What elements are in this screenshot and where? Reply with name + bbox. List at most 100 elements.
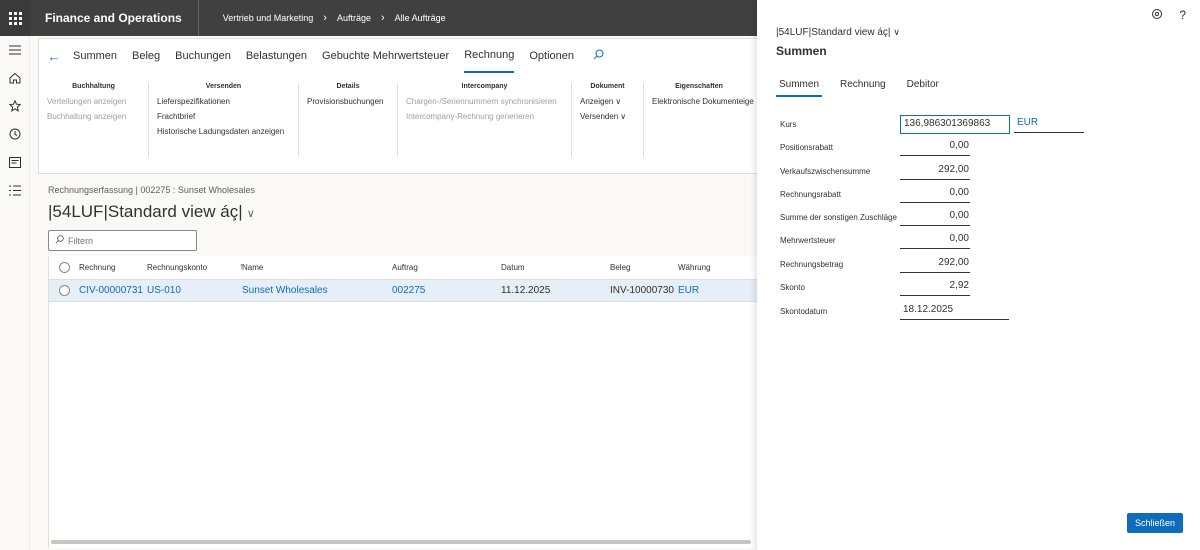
row-select-radio[interactable] (49, 285, 79, 296)
chevron-down-icon: ∨ (615, 97, 622, 106)
field-label: Skonto (780, 282, 805, 292)
list-icon[interactable] (0, 176, 30, 204)
summen-panel: ? |54LUF|Standard view áç| ∨ Summen Summ… (757, 0, 1200, 550)
waffle-icon (8, 11, 22, 25)
currency-field[interactable]: EUR (1014, 115, 1084, 133)
group-title: Details (336, 83, 360, 90)
star-icon[interactable] (0, 92, 30, 120)
breadcrumb-item[interactable]: Aufträge (337, 13, 371, 23)
action-pane-tabs: ← Summen Beleg Buchungen Belastungen Geb… (39, 39, 758, 73)
positionsrabatt-value: 0,00 (900, 138, 970, 156)
group-title: Dokument (590, 83, 625, 90)
kurs-input[interactable]: 136,986301369863 (900, 114, 1010, 134)
help-icon[interactable]: ? (1179, 8, 1186, 23)
workspace-icon[interactable] (0, 148, 30, 176)
group-intercompany: Intercompany Chargen-/Seriennummern sync… (398, 83, 572, 157)
group-title: Eigenschaften (675, 83, 723, 90)
group-eigenschaften: Eigenschaften Elektronische Dokumenteige (644, 83, 754, 157)
tab-beleg[interactable]: Beleg (132, 39, 160, 73)
tab-buchungen[interactable]: Buchungen (175, 39, 231, 73)
horizontal-scrollbar[interactable] (51, 540, 751, 544)
filter-field[interactable] (48, 230, 197, 251)
field-label: Kurs (780, 119, 797, 129)
cell-name[interactable]: Sunset Wholesales (242, 285, 392, 296)
column-header-label: Rechnungskonto (147, 263, 208, 272)
column-header-auftrag[interactable]: Auftrag (392, 263, 501, 272)
column-header-waehrung[interactable]: Währung (678, 263, 748, 272)
verteilungen-anzeigen-button[interactable]: Verteilungen anzeigen (47, 97, 140, 106)
historische-ladungsdaten-button[interactable]: Historische Ladungsdaten anzeigen (157, 127, 290, 136)
tab-belastungen[interactable]: Belastungen (246, 39, 307, 73)
frachtbrief-button[interactable]: Frachtbrief (157, 112, 290, 121)
field-sonstige-zuschlaege: Summe der sonstigen Zuschläge 0,00 (780, 207, 1110, 227)
page-breadcrumb: Rechnungserfassung | 002275 : Sunset Who… (48, 185, 255, 195)
field-skonto: Skonto 2,92 (780, 277, 1110, 297)
hamburger-icon[interactable] (0, 36, 30, 64)
tab-optionen[interactable]: Optionen (529, 39, 574, 73)
breadcrumb-item[interactable]: Alle Aufträge (395, 13, 446, 23)
chargen-synchronisieren-button[interactable]: Chargen-/Seriennummern synchronisieren (406, 97, 563, 106)
sort-ascending-icon: ↑ (239, 261, 244, 271)
tab-rechnung[interactable]: Rechnung (464, 39, 515, 73)
select-all-radio[interactable] (49, 262, 79, 273)
app-title[interactable]: Finance and Operations (30, 0, 199, 36)
table-row[interactable]: CIV-00000731 US-010 Sunset Wholesales 00… (49, 280, 758, 302)
chevron-down-icon: ∨ (893, 27, 900, 37)
group-details: Details Provisionsbuchungen (299, 83, 398, 157)
lieferspezifikationen-button[interactable]: Lieferspezifikationen (157, 97, 290, 106)
panel-tabs: Summen Rechnung Debitor (776, 76, 957, 97)
navigation-rail (0, 36, 30, 550)
versenden-label: Versenden (580, 112, 619, 121)
column-header-datum[interactable]: Datum (501, 263, 610, 272)
column-header-rechnungskonto[interactable]: Rechnungskonto ↑ (147, 261, 244, 272)
anzeigen-dropdown[interactable]: Anzeigen ∨ (580, 97, 635, 106)
breadcrumb-item[interactable]: Vertrieb und Marketing (223, 13, 314, 23)
tab-summen[interactable]: Summen (776, 76, 823, 97)
tab-debitor[interactable]: Debitor (904, 76, 942, 97)
cell-rechnung[interactable]: CIV-00000731 (79, 285, 147, 296)
sonstige-zuschlaege-value: 0,00 (900, 208, 970, 226)
settings-icon[interactable] (1151, 8, 1163, 23)
intercompany-rechnung-button[interactable]: Intercompany-Rechnung generieren (406, 112, 563, 121)
group-title: Versenden (205, 83, 242, 90)
skontodatum-value: 18.12.2025 (900, 302, 1009, 320)
field-kurs: Kurs 136,986301369863 EUR (780, 114, 1110, 134)
group-title: Buchhaltung (72, 83, 115, 90)
tab-rechnung[interactable]: Rechnung (837, 76, 889, 97)
filter-input[interactable] (68, 235, 188, 246)
group-title: Intercompany (461, 83, 508, 90)
close-button[interactable]: Schließen (1127, 513, 1183, 533)
column-header-name[interactable]: Name (242, 263, 392, 272)
anzeigen-label: Anzeigen (580, 97, 614, 106)
panel-subtitle: |54LUF|Standard view áç| (776, 27, 891, 38)
clock-icon[interactable] (0, 120, 30, 148)
view-selector[interactable]: |54LUF|Standard view áç| ∨ (48, 202, 255, 222)
chevron-down-icon: ∨ (620, 112, 627, 121)
search-icon[interactable] (593, 49, 604, 63)
cell-auftrag[interactable]: 002275 (392, 285, 501, 296)
cell-waehrung[interactable]: EUR (678, 285, 748, 296)
column-header-rechnung[interactable]: Rechnung (79, 263, 147, 272)
back-arrow-icon[interactable]: ← (45, 49, 63, 64)
versenden-dropdown[interactable]: Versenden ∨ (580, 112, 635, 121)
field-label: Summe der sonstigen Zuschläge (780, 212, 897, 222)
action-pane: ← Summen Beleg Buchungen Belastungen Geb… (38, 38, 758, 174)
panel-view-selector[interactable]: |54LUF|Standard view áç| ∨ (776, 27, 900, 38)
group-buchhaltung: Buchhaltung Verteilungen anzeigen Buchha… (39, 83, 149, 157)
tab-gebuchte-mehrwertsteuer[interactable]: Gebuchte Mehrwertsteuer (322, 39, 449, 73)
field-label: Skontodatum (780, 306, 828, 316)
provisionsbuchungen-button[interactable]: Provisionsbuchungen (307, 97, 389, 106)
field-mehrwertsteuer: Mehrwertsteuer 0,00 (780, 230, 1110, 250)
invoice-grid: Rechnung Rechnungskonto ↑ Name Auftrag Da… (48, 256, 758, 548)
panel-title: Summen (776, 44, 827, 58)
buchhaltung-anzeigen-button[interactable]: Buchhaltung anzeigen (47, 112, 140, 121)
breadcrumb: Vertrieb und Marketing › Aufträge › Alle… (223, 12, 446, 24)
tab-summen[interactable]: Summen (73, 39, 117, 73)
field-rechnungsrabatt: Rechnungsrabatt 0,00 (780, 184, 1110, 204)
cell-rechnungskonto[interactable]: US-010 (147, 285, 242, 296)
verkaufszwischensumme-value: 292,00 (900, 162, 970, 180)
app-launcher-button[interactable] (0, 0, 30, 36)
elektronische-dokumenteigenschaften-button[interactable]: Elektronische Dokumenteige (652, 97, 754, 106)
home-icon[interactable] (0, 64, 30, 92)
column-header-beleg[interactable]: Beleg (610, 263, 678, 272)
